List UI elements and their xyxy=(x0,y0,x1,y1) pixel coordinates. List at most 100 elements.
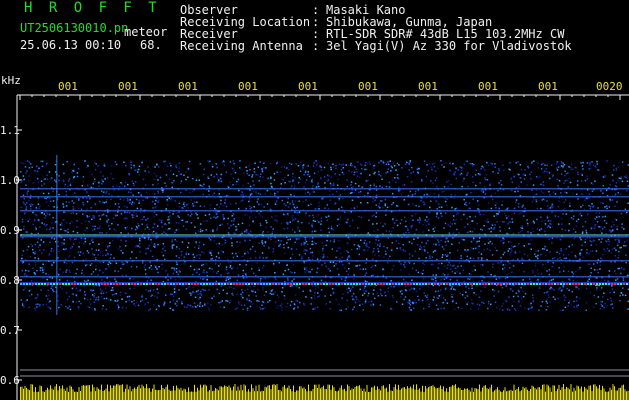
meteor-band-segment xyxy=(164,283,166,285)
meteor-band-segment xyxy=(488,283,490,285)
meteor-band-segment xyxy=(413,283,415,285)
meteor-band-segment xyxy=(146,283,148,285)
meteor-band-segment xyxy=(599,283,601,285)
meteor-band-segment xyxy=(455,283,457,285)
meteor-band-segment xyxy=(227,283,229,285)
meteor-band-segment xyxy=(524,283,526,285)
meteor-band-segment xyxy=(305,283,307,285)
meteor-band-segment xyxy=(617,283,619,285)
meteor-band-segment xyxy=(278,283,280,285)
meteor-band-segment xyxy=(377,283,379,285)
meteor-band-segment xyxy=(389,283,391,285)
meteor-band-segment xyxy=(494,283,496,285)
vertical-streak xyxy=(56,155,58,315)
meteor-band-segment xyxy=(80,283,82,285)
meteor-band-segment xyxy=(338,283,340,285)
meteor-band-segment xyxy=(434,283,436,285)
meteor-band-segment xyxy=(107,283,109,285)
meteor-band-segment xyxy=(179,283,181,285)
meteor-band-segment xyxy=(566,283,568,285)
meteor-band-segment xyxy=(218,283,220,285)
meteor-band-segment xyxy=(308,283,310,285)
meteor-band-segment xyxy=(236,283,238,285)
meteor-band-segment xyxy=(182,283,184,285)
meteor-band-segment xyxy=(356,283,358,285)
meteor-band-segment xyxy=(515,283,517,285)
meteor-band-segment xyxy=(401,283,403,285)
meteor-band-segment xyxy=(230,283,232,285)
meteor-band-segment xyxy=(257,283,259,285)
meteor-band-segment xyxy=(557,283,559,285)
meteor-band-segment xyxy=(497,283,499,285)
y-tick-label: 1.0 xyxy=(0,174,20,187)
meteor-band-segment xyxy=(20,283,22,285)
meteor-band-segment xyxy=(491,283,493,285)
meteor-band-segment xyxy=(83,283,85,285)
meteor-band-segment xyxy=(92,283,94,285)
meteor-band-segment xyxy=(326,283,328,285)
x-tick-label: 001 xyxy=(238,80,258,93)
meteor-band-segment xyxy=(122,283,124,285)
observation-datetime: 25.06.13 00:10 xyxy=(20,38,122,52)
meteor-band-segment xyxy=(191,283,193,285)
carrier-line xyxy=(20,236,629,238)
meteor-band-segment xyxy=(506,283,508,285)
meteor-band-segment xyxy=(140,283,142,285)
meteor-band-segment xyxy=(38,283,40,285)
meteor-band-segment xyxy=(350,283,352,285)
meteor-band-segment xyxy=(89,283,91,285)
noise-floor-graph xyxy=(20,384,629,400)
meteor-band-segment xyxy=(587,283,589,285)
meteor-band-segment xyxy=(572,283,574,285)
meteor-band-segment xyxy=(149,283,151,285)
meteor-band-segment xyxy=(431,283,433,285)
meteor-band-segment xyxy=(467,283,469,285)
meteor-band-segment xyxy=(134,283,136,285)
meteor-band-segment xyxy=(584,283,586,285)
meteor-band-segment xyxy=(542,283,544,285)
meteor-band-segment xyxy=(578,283,580,285)
meteor-band-segment xyxy=(260,283,262,285)
meteor-band-segment xyxy=(188,283,190,285)
meteor-band-segment xyxy=(53,283,55,285)
meteor-band-segment xyxy=(461,283,463,285)
meteor-band-segment xyxy=(380,283,382,285)
meteor-band-segment xyxy=(476,283,478,285)
meteor-band-segment xyxy=(131,283,133,285)
meteor-band-segment xyxy=(152,283,154,285)
meteor-band-segment xyxy=(284,283,286,285)
meteor-band-segment xyxy=(32,283,34,285)
meteor-band-segment xyxy=(407,283,409,285)
x-tick-label: 0020 xyxy=(596,80,623,93)
meteor-band-segment xyxy=(266,283,268,285)
meteor-band-segment xyxy=(554,283,556,285)
meteor-band-segment xyxy=(317,283,319,285)
meteor-band-segment xyxy=(605,283,607,285)
meteor-band-segment xyxy=(440,283,442,285)
meteor-band-segment xyxy=(602,283,604,285)
meteor-band-segment xyxy=(275,283,277,285)
meteor-band-segment xyxy=(245,283,247,285)
meteor-band-segment xyxy=(590,283,592,285)
meteor-band-segment xyxy=(251,283,253,285)
x-tick-label: 001 xyxy=(538,80,558,93)
meteor-band-segment xyxy=(95,283,97,285)
y-tick-label: 0.9 xyxy=(0,224,20,237)
meteor-band-segment xyxy=(410,283,412,285)
meteor-band-segment xyxy=(575,283,577,285)
carrier-line xyxy=(20,210,629,212)
meteor-band-segment xyxy=(200,283,202,285)
meteor-band-segment xyxy=(41,283,43,285)
meteor-band-segment xyxy=(104,283,106,285)
meteor-band-segment xyxy=(365,283,367,285)
meteor-band-segment xyxy=(485,283,487,285)
meteor-band-segment xyxy=(569,283,571,285)
meteor-band-segment xyxy=(50,283,52,285)
meteor-band-segment xyxy=(296,283,298,285)
meteor-band-segment xyxy=(68,283,70,285)
meteor-band-segment xyxy=(518,283,520,285)
meteor-band-segment xyxy=(428,283,430,285)
meteor-band-segment xyxy=(545,283,547,285)
meteor-band-segment xyxy=(185,283,187,285)
meteor-band-segment xyxy=(128,283,130,285)
